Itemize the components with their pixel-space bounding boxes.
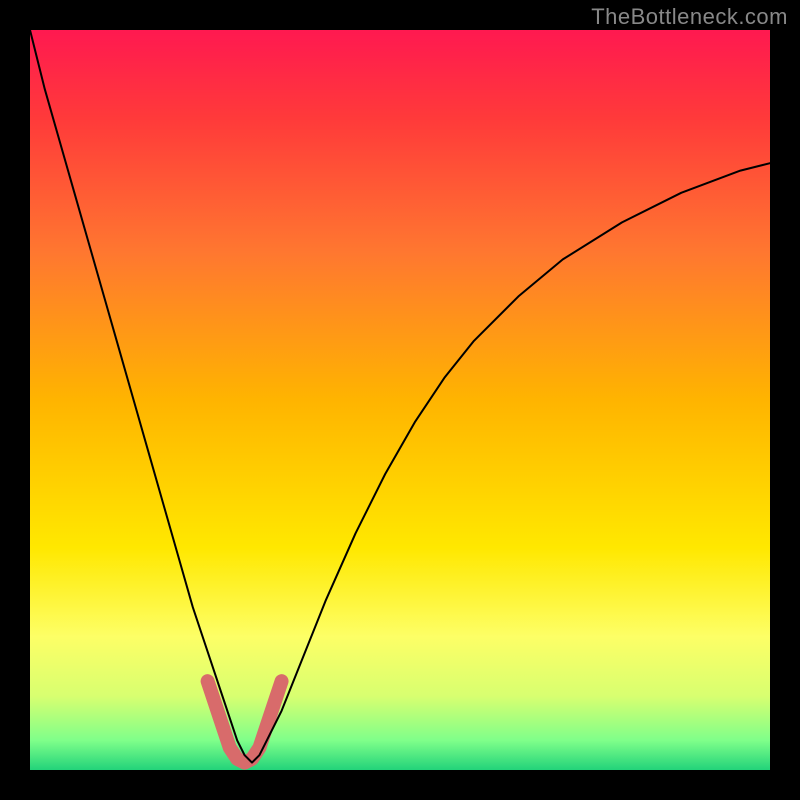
border-bottom xyxy=(0,770,800,800)
chart-canvas xyxy=(0,0,800,800)
plot-background xyxy=(30,30,770,770)
border-left xyxy=(0,0,30,800)
chart-frame: TheBottleneck.com xyxy=(0,0,800,800)
border-right xyxy=(770,0,800,800)
watermark-text: TheBottleneck.com xyxy=(591,4,788,30)
